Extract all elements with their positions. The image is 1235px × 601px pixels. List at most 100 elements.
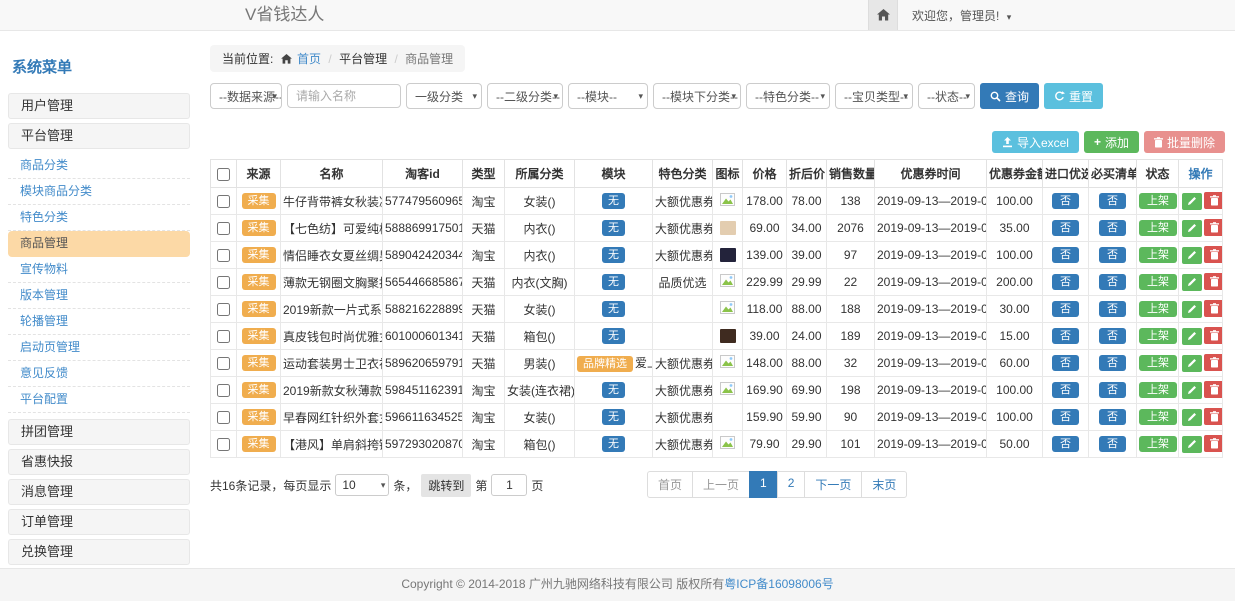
import-optional-badge[interactable]: 否 xyxy=(1052,355,1079,371)
import-optional-badge[interactable]: 否 xyxy=(1052,247,1079,263)
must-buy-badge[interactable]: 否 xyxy=(1099,409,1126,425)
icp-link[interactable]: 粤ICP备16098006号 xyxy=(724,577,833,591)
sidebar-section-12[interactable]: 拼团管理 xyxy=(8,419,190,445)
user-menu[interactable]: 欢迎您，管理员! ▾ xyxy=(912,7,1011,24)
must-buy-badge[interactable]: 否 xyxy=(1099,220,1126,236)
import-optional-badge[interactable]: 否 xyxy=(1052,436,1079,452)
sidebar-section-0[interactable]: 用户管理 xyxy=(8,93,190,119)
must-buy-badge[interactable]: 否 xyxy=(1099,193,1126,209)
sidebar-item-10[interactable]: 意见反馈 xyxy=(8,361,190,387)
page-prev[interactable]: 上一页 xyxy=(692,471,750,498)
delete-button[interactable] xyxy=(1204,408,1223,425)
delete-button[interactable] xyxy=(1204,381,1223,398)
sidebar-section-13[interactable]: 省惠快报 xyxy=(8,449,190,475)
delete-button[interactable] xyxy=(1204,246,1223,263)
edit-button[interactable] xyxy=(1182,247,1202,264)
sidebar-section-16[interactable]: 兑换管理 xyxy=(8,539,190,565)
row-checkbox[interactable] xyxy=(217,357,230,370)
page-next[interactable]: 下一页 xyxy=(804,471,862,498)
status-badge[interactable]: 上架 xyxy=(1139,382,1177,398)
edit-button[interactable] xyxy=(1182,274,1202,291)
import-optional-badge[interactable]: 否 xyxy=(1052,220,1079,236)
import-optional-badge[interactable]: 否 xyxy=(1052,409,1079,425)
level2-category-select[interactable]: --二级分类--▾ xyxy=(487,83,563,109)
status-badge[interactable]: 上架 xyxy=(1139,409,1177,425)
sidebar-item-6[interactable]: 宣传物料 xyxy=(8,257,190,283)
page-1[interactable]: 1 xyxy=(749,471,778,498)
feature-category-select[interactable]: --特色分类--▾ xyxy=(746,83,830,109)
row-checkbox[interactable] xyxy=(217,195,230,208)
row-checkbox[interactable] xyxy=(217,276,230,289)
name-search-input[interactable] xyxy=(287,84,401,108)
sidebar-item-2[interactable]: 商品分类 xyxy=(8,153,190,179)
delete-button[interactable] xyxy=(1204,354,1223,371)
breadcrumb-home-link[interactable]: 首页 xyxy=(297,52,321,66)
status-select[interactable]: --状态--▾ xyxy=(918,83,975,109)
status-badge[interactable]: 上架 xyxy=(1139,220,1177,236)
delete-button[interactable] xyxy=(1204,219,1223,236)
edit-button[interactable] xyxy=(1182,409,1202,426)
import-optional-badge[interactable]: 否 xyxy=(1052,328,1079,344)
page-size-select[interactable]: 10 ▾ xyxy=(335,474,389,496)
sidebar-item-3[interactable]: 模块商品分类 xyxy=(8,179,190,205)
module-subcategory-select[interactable]: --模块下分类--▾ xyxy=(653,83,741,109)
edit-button[interactable] xyxy=(1182,382,1202,399)
home-button[interactable] xyxy=(868,0,898,30)
jump-button[interactable]: 跳转到 xyxy=(421,474,471,497)
must-buy-badge[interactable]: 否 xyxy=(1099,301,1126,317)
select-all-checkbox[interactable] xyxy=(217,168,230,181)
status-badge[interactable]: 上架 xyxy=(1139,274,1177,290)
delete-button[interactable] xyxy=(1204,300,1223,317)
sidebar-item-7[interactable]: 版本管理 xyxy=(8,283,190,309)
row-checkbox[interactable] xyxy=(217,222,230,235)
edit-button[interactable] xyxy=(1182,328,1202,345)
status-badge[interactable]: 上架 xyxy=(1139,301,1177,317)
import-excel-button[interactable]: 导入excel xyxy=(992,131,1079,153)
row-checkbox[interactable] xyxy=(217,330,230,343)
import-optional-badge[interactable]: 否 xyxy=(1052,193,1079,209)
must-buy-badge[interactable]: 否 xyxy=(1099,382,1126,398)
status-badge[interactable]: 上架 xyxy=(1139,355,1177,371)
import-optional-badge[interactable]: 否 xyxy=(1052,382,1079,398)
sidebar-section-15[interactable]: 订单管理 xyxy=(8,509,190,535)
page-first[interactable]: 首页 xyxy=(647,471,693,498)
page-last[interactable]: 末页 xyxy=(861,471,907,498)
reset-button[interactable]: 重置 xyxy=(1044,83,1103,109)
page-number-input[interactable] xyxy=(491,474,527,496)
import-optional-badge[interactable]: 否 xyxy=(1052,301,1079,317)
sidebar-item-5[interactable]: 商品管理 xyxy=(8,231,190,257)
sidebar-item-8[interactable]: 轮播管理 xyxy=(8,309,190,335)
edit-button[interactable] xyxy=(1182,436,1202,453)
must-buy-badge[interactable]: 否 xyxy=(1099,274,1126,290)
status-badge[interactable]: 上架 xyxy=(1139,436,1177,452)
edit-button[interactable] xyxy=(1182,193,1202,210)
row-checkbox[interactable] xyxy=(217,384,230,397)
row-checkbox[interactable] xyxy=(217,303,230,316)
delete-button[interactable] xyxy=(1204,273,1223,290)
sidebar-section-14[interactable]: 消息管理 xyxy=(8,479,190,505)
delete-button[interactable] xyxy=(1204,192,1223,209)
data-source-select[interactable]: --数据来源--▾ xyxy=(210,83,282,109)
search-button[interactable]: 查询 xyxy=(980,83,1039,109)
edit-button[interactable] xyxy=(1182,220,1202,237)
module-select[interactable]: --模块--▾ xyxy=(568,83,648,109)
delete-button[interactable] xyxy=(1204,327,1223,344)
must-buy-badge[interactable]: 否 xyxy=(1099,328,1126,344)
edit-button[interactable] xyxy=(1182,301,1202,318)
status-badge[interactable]: 上架 xyxy=(1139,193,1177,209)
edit-button[interactable] xyxy=(1182,355,1202,372)
sidebar-section-1[interactable]: 平台管理 xyxy=(8,123,190,149)
add-button[interactable]: + 添加 xyxy=(1084,131,1139,153)
must-buy-badge[interactable]: 否 xyxy=(1099,355,1126,371)
row-checkbox[interactable] xyxy=(217,411,230,424)
item-type-select[interactable]: --宝贝类型--▾ xyxy=(835,83,913,109)
row-checkbox[interactable] xyxy=(217,438,230,451)
must-buy-badge[interactable]: 否 xyxy=(1099,247,1126,263)
status-badge[interactable]: 上架 xyxy=(1139,328,1177,344)
page-2[interactable]: 2 xyxy=(777,471,806,498)
delete-button[interactable] xyxy=(1204,435,1223,452)
status-badge[interactable]: 上架 xyxy=(1139,247,1177,263)
level1-category-select[interactable]: 一级分类▾ xyxy=(406,83,482,109)
sidebar-item-9[interactable]: 启动页管理 xyxy=(8,335,190,361)
sidebar-item-4[interactable]: 特色分类 xyxy=(8,205,190,231)
